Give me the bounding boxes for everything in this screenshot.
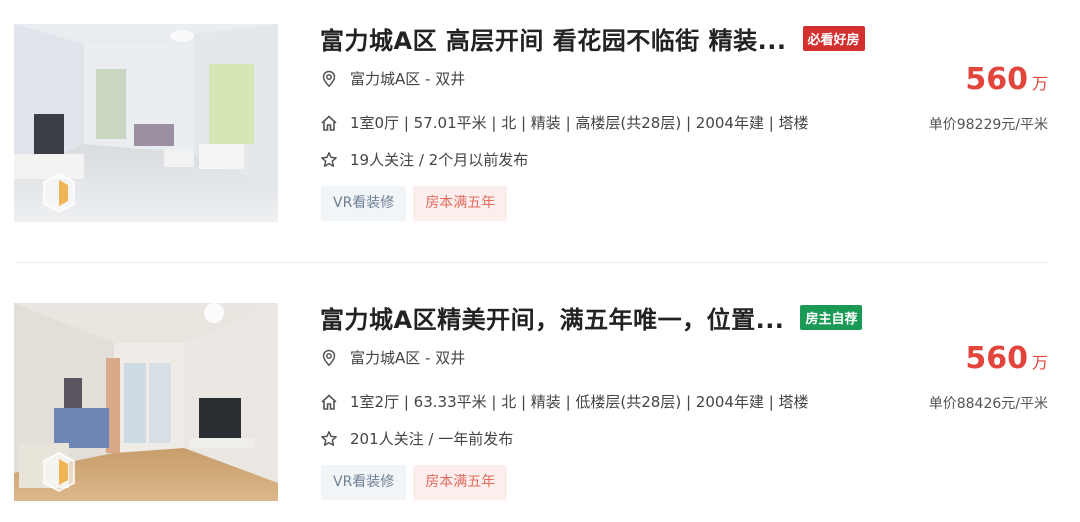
house-icon xyxy=(321,114,337,131)
total-price-value: 560 xyxy=(965,62,1028,97)
listing-title-row: 富力城A区精美开间，满五年唯一，位置... 房主自荐 xyxy=(320,299,863,335)
listing-title[interactable]: 富力城A区精美开间，满五年唯一，位置... xyxy=(320,300,784,335)
follow-info: 19人关注 / 2个月以前发布 xyxy=(320,149,528,170)
vr-tag[interactable]: VR看装修 xyxy=(321,465,407,500)
location-icon xyxy=(322,70,336,87)
listing-list: 富力城A区 高层开间 看花园不临街 精装... 必看好房 富力城A区 - 双井 … xyxy=(0,0,1080,522)
star-icon xyxy=(321,430,337,446)
listing-photo[interactable] xyxy=(14,303,278,501)
community-link[interactable]: 富力城A区 xyxy=(350,347,420,368)
vr-icon xyxy=(43,173,75,213)
total-price: 560 万 xyxy=(965,341,1048,376)
follow-info: 201人关注 / 一年前发布 xyxy=(320,428,513,449)
community-link[interactable]: 富力城A区 xyxy=(350,68,420,89)
tag-list: VR看装修 房本满五年 xyxy=(321,186,514,221)
total-price-unit: 万 xyxy=(1031,353,1048,372)
listing-title[interactable]: 富力城A区 高层开间 看花园不临街 精装... xyxy=(320,21,787,56)
attributes-text: 1室2厅 | 63.33平米 | 北 | 精装 | 低楼层(共28层) | 20… xyxy=(350,393,809,411)
unit-price: 单价98229元/平米 xyxy=(928,117,1048,133)
five-years-tag: 房本满五年 xyxy=(413,465,508,500)
total-price-value: 560 xyxy=(965,341,1028,376)
star-icon xyxy=(321,151,337,167)
vr-tag[interactable]: VR看装修 xyxy=(321,186,407,221)
total-price: 560 万 xyxy=(965,62,1048,97)
location-icon xyxy=(322,349,336,366)
house-icon xyxy=(321,393,337,410)
listing-photo[interactable] xyxy=(14,24,278,222)
vr-icon xyxy=(43,452,75,492)
house-attributes: 1室2厅 | 63.33平米 | 北 | 精装 | 低楼层(共28层) | 20… xyxy=(320,391,809,412)
address-separator: - xyxy=(420,348,436,367)
listing-card: 富力城A区精美开间，满五年唯一，位置... 房主自荐 富力城A区 - 双井 1室… xyxy=(0,279,1080,519)
listing-divider xyxy=(14,262,1050,263)
house-attributes: 1室0厅 | 57.01平米 | 北 | 精装 | 高楼层(共28层) | 20… xyxy=(320,112,809,133)
listing-title-row: 富力城A区 高层开间 看花园不临街 精装... 必看好房 xyxy=(320,20,865,56)
address-line: 富力城A区 - 双井 xyxy=(320,347,465,368)
address-line: 富力城A区 - 双井 xyxy=(320,68,465,89)
total-price-unit: 万 xyxy=(1031,74,1048,93)
owner-recommend-badge: 房主自荐 xyxy=(800,304,863,330)
attributes-text: 1室0厅 | 57.01平米 | 北 | 精装 | 高楼层(共28层) | 20… xyxy=(350,114,809,132)
district-link[interactable]: 双井 xyxy=(435,68,465,89)
five-years-tag: 房本满五年 xyxy=(413,186,508,221)
listing-card: 富力城A区 高层开间 看花园不临街 精装... 必看好房 富力城A区 - 双井 … xyxy=(0,0,1080,240)
unit-price: 单价88426元/平米 xyxy=(928,396,1048,412)
follow-text: 19人关注 / 2个月以前发布 xyxy=(350,151,529,169)
address-separator: - xyxy=(420,69,436,88)
follow-text: 201人关注 / 一年前发布 xyxy=(350,430,514,448)
district-link[interactable]: 双井 xyxy=(435,347,465,368)
tag-list: VR看装修 房本满五年 xyxy=(321,465,514,500)
recommend-badge: 必看好房 xyxy=(802,25,865,51)
